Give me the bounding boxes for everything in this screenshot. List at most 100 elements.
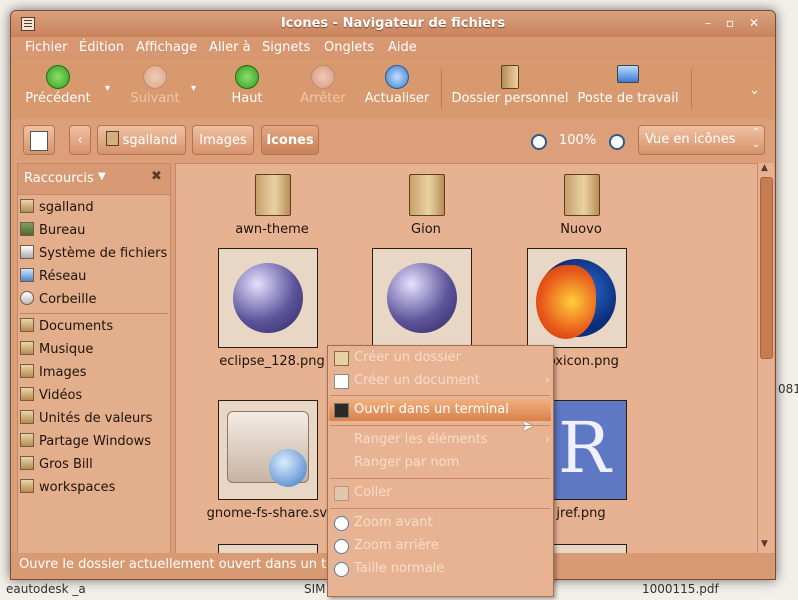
home-button[interactable]: Dossier personnel [451,65,569,106]
file-name: Nuovo [560,222,602,237]
sidebar-title[interactable]: Raccourcis [24,171,94,186]
sidebar-item-desktop[interactable]: Bureau [20,220,85,242]
menu-item-create-document[interactable]: Créer un document › [334,370,550,392]
stop-button[interactable]: Arrêter [295,65,351,106]
toolbar-overflow-chevron-icon[interactable]: ⌄ [749,83,760,98]
firefox-fox [536,265,596,339]
path-button-images[interactable]: Images [192,125,254,155]
computer-icon [617,65,639,83]
globe-graphic [269,449,307,487]
trash-icon [20,291,34,305]
back-history-chevron-icon[interactable]: ▾ [105,83,110,94]
menu-separator [330,425,550,426]
view-mode-select[interactable]: Vue en icônes ⌃ ⌄ [638,125,765,155]
sidebar-item-bookmark[interactable]: Unités de valeurs [20,408,152,430]
menu-aide[interactable]: Aide [388,40,417,55]
up-label: Haut [231,91,263,106]
folder-icon [20,387,34,401]
back-label: Précédent [25,91,91,106]
sidebar-item-bookmark[interactable]: Gros Bill [20,454,93,476]
file-item[interactable]: Gion [366,172,486,237]
reload-button[interactable]: Actualiser [363,65,431,106]
toolbar: Précédent ▾ Suivant ▾ Haut Arrêter Actua… [11,59,775,120]
folder-icon [20,433,34,447]
zoom-in-icon[interactable] [609,134,625,150]
menu-aller[interactable]: Aller à [209,40,251,55]
close-sidebar-icon[interactable]: ✖ [151,169,162,184]
desktop-item[interactable]: 081 [778,382,798,396]
sidebar-header[interactable]: Raccourcis ▼ ✖ [18,164,170,195]
paste-icon [334,486,349,501]
menu-onglets[interactable]: Onglets [324,40,374,55]
menu-affichage[interactable]: Affichage [136,40,197,55]
sidebar-item-bookmark[interactable]: Documents [20,316,113,338]
stop-label: Arrêter [300,91,346,106]
edit-location-button[interactable] [23,125,55,155]
menu-item-label: Zoom arrière [354,538,439,553]
file-item[interactable]: awn-theme [212,172,332,237]
sidebar-item-network[interactable]: Réseau [20,266,86,288]
eclipse-thumbnail-icon [218,248,318,348]
path-button-icones[interactable]: Icones [261,125,319,155]
menu-item-sort-by-name[interactable]: Ranger par nom [354,452,459,474]
menu-signets[interactable]: Signets [262,40,310,55]
path-label: Images [199,133,247,148]
menu-item-normal-size[interactable]: Taille normale [334,558,444,580]
scroll-up-icon[interactable]: ▲ [761,163,768,173]
zoom-out-icon[interactable] [531,134,547,150]
menu-fichier[interactable]: Fichier [25,40,68,55]
file-item[interactable]: eclipse_128.png [202,248,342,369]
sidebar-item-label: Bureau [39,223,86,238]
scrollbar-thumb[interactable] [760,177,773,359]
sidebar-item-bookmark[interactable]: Musique [20,339,93,361]
file-name: Gion [411,222,441,237]
sidebar-item-bookmark[interactable]: Images [20,362,87,384]
desktop-item[interactable]: SIM [304,582,326,596]
jref-letter: R [558,407,611,489]
scroll-down-icon[interactable]: ▼ [761,539,768,549]
title-bar[interactable]: Icones - Navigateur de fichiers – ▫ ✕ [11,11,775,37]
up-arrow-icon [235,65,259,89]
menu-separator [330,508,550,509]
sidebar-item-trash[interactable]: Corbeille [20,289,96,311]
firefox-thumbnail-icon [527,248,627,348]
vertical-scrollbar[interactable]: ▲ ▼ [757,163,774,553]
sidebar-item-bookmark[interactable]: Partage Windows [20,431,151,453]
minimize-icon[interactable]: – [701,16,715,30]
menu-item-zoom-in[interactable]: Zoom avant [334,512,433,534]
menu-item-label: Créer un document [354,373,480,388]
menu-item-paste[interactable]: Coller [334,482,392,504]
path-label: Icones [266,133,314,148]
file-item[interactable]: Nuovo [521,172,641,237]
menu-item-open-terminal[interactable]: Ouvrir dans un terminal [334,399,509,421]
zoom-out-icon [334,539,349,554]
path-button-home[interactable]: sgalland [97,125,186,155]
sidebar-item-bookmark[interactable]: workspaces [20,477,115,499]
maximize-icon[interactable]: ▫ [723,16,737,30]
new-document-icon [334,374,349,389]
forward-history-chevron-icon[interactable]: ▾ [191,83,196,94]
menu-item-create-folder[interactable]: Créer un dossier [334,347,461,369]
menu-item-arrange-items[interactable]: Ranger les éléments › [354,429,550,451]
file-item[interactable] [356,248,496,354]
computer-button[interactable]: Poste de travail [577,65,679,106]
folder-icon [409,174,445,216]
forward-button[interactable]: Suivant [127,65,183,106]
up-button[interactable]: Haut [224,65,270,106]
path-scroll-left-button[interactable]: ‹ [69,125,91,155]
sidebar-item-home[interactable]: sgalland [20,197,94,219]
back-button[interactable]: Précédent [25,65,91,106]
drive-icon [20,245,34,259]
sidebar-item-label: Gros Bill [39,457,93,472]
home-folder-icon [501,65,519,89]
menu-item-label: Ranger par nom [354,455,460,470]
desktop-item[interactable]: 1000115.pdf [642,582,719,596]
close-icon[interactable]: ✕ [747,16,761,30]
menu-edition[interactable]: Édition [79,40,124,55]
menu-item-zoom-out[interactable]: Zoom arrière [334,535,439,557]
desktop-item[interactable]: eautodesk _a [6,582,86,596]
sidebar-item-filesystem[interactable]: Système de fichiers [20,243,167,265]
menu-item-label: Ranger les éléments [354,432,488,447]
sidebar-item-bookmark[interactable]: Vidéos [20,385,82,407]
sidebar-dropdown-icon[interactable]: ▼ [98,171,106,182]
